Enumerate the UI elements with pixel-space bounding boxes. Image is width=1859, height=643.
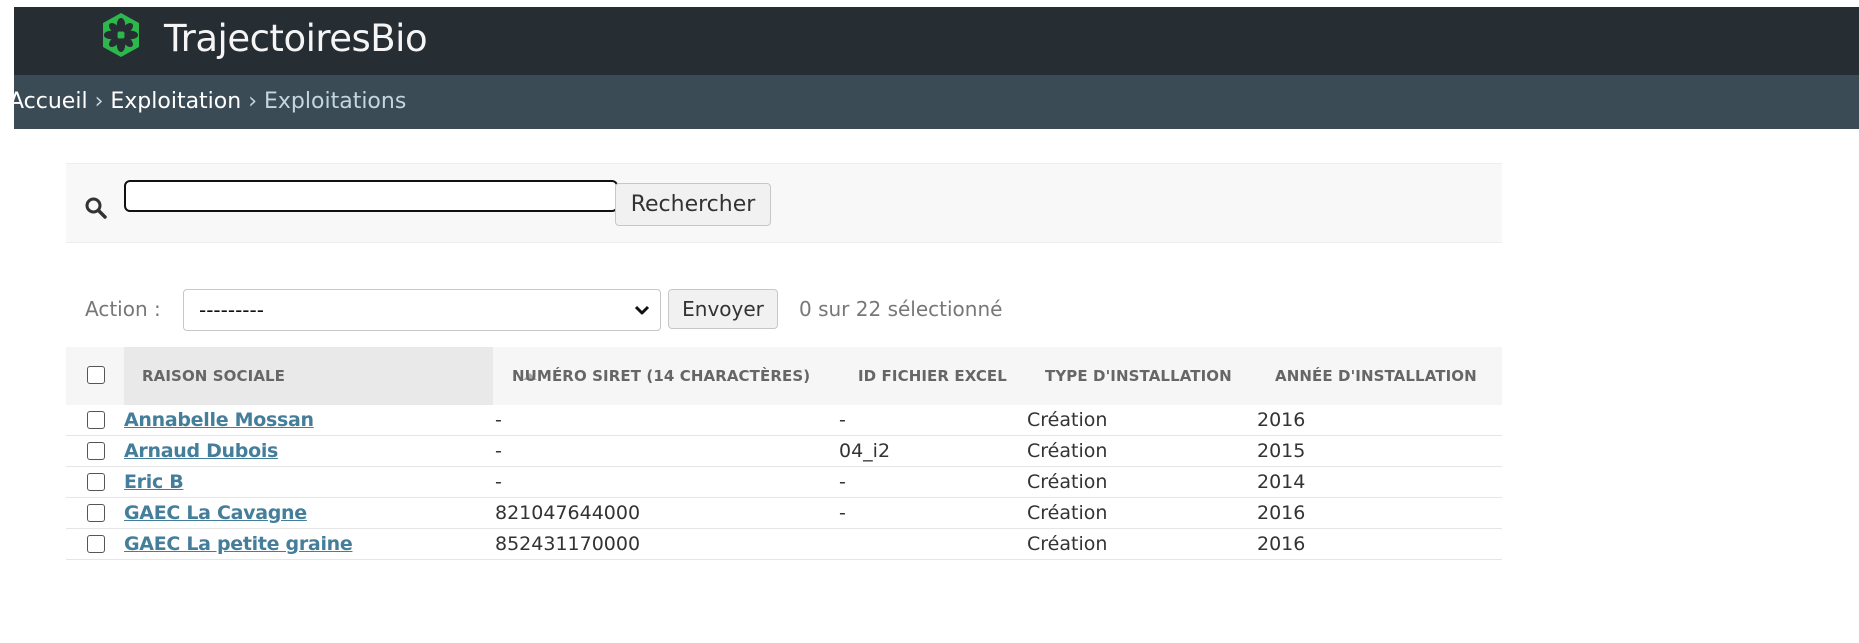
row-checkbox[interactable] — [87, 411, 105, 429]
search-icon — [85, 197, 107, 219]
row-raison-sociale-link[interactable]: Annabelle Mossan — [124, 405, 314, 435]
select-all-checkbox[interactable] — [87, 366, 105, 384]
row-raison-sociale-link[interactable]: GAEC La petite graine — [124, 529, 353, 559]
row-id-excel: - — [839, 502, 846, 524]
action-label: Action : — [85, 297, 161, 321]
breadcrumb-separator: › — [248, 89, 258, 114]
chevron-down-icon — [634, 305, 650, 315]
search-toolbar: Rechercher — [66, 163, 1502, 243]
row-raison-sociale-link[interactable]: GAEC La Cavagne — [124, 498, 307, 528]
search-input[interactable] — [124, 180, 618, 212]
site-header: TrajectoiresBio — [14, 7, 1859, 75]
column-header-id-excel[interactable]: ID FICHIER EXCEL — [858, 347, 1007, 405]
row-type-installation: Création — [1027, 471, 1108, 493]
row-siret: - — [495, 440, 502, 462]
row-checkbox[interactable] — [87, 535, 105, 553]
row-checkbox[interactable] — [87, 504, 105, 522]
breadcrumb: Accueil › Exploitation › Exploitations — [14, 75, 1859, 129]
row-id-excel: - — [839, 409, 846, 431]
row-annee-installation: 2014 — [1257, 471, 1306, 493]
row-siret: 852431170000 — [495, 533, 641, 555]
row-annee-installation: 2016 — [1257, 502, 1306, 524]
row-id-excel: - — [839, 471, 846, 493]
table-row: Eric B - - Création 2014 — [66, 467, 1502, 498]
column-header-type-installation[interactable]: TYPE D'INSTALLATION — [1045, 347, 1232, 405]
row-type-installation: Création — [1027, 409, 1108, 431]
breadcrumb-section-link[interactable]: Exploitation — [110, 89, 241, 114]
site-brand[interactable]: TrajectoiresBio — [164, 16, 428, 62]
row-id-excel: 04_i2 — [839, 440, 891, 462]
actions-bar: Action : --------- Envoyer 0 sur 22 séle… — [66, 285, 1502, 333]
row-type-installation: Création — [1027, 502, 1108, 524]
breadcrumb-current: Exploitations — [264, 89, 407, 114]
action-select[interactable]: --------- — [183, 289, 661, 331]
envoyer-button[interactable]: Envoyer — [668, 289, 778, 329]
breadcrumb-home-link[interactable]: Accueil — [14, 89, 88, 114]
row-annee-installation: 2015 — [1257, 440, 1306, 462]
column-header-siret[interactable]: NUMÉRO SIRET (14 CHARACTÈRES) — [512, 347, 810, 405]
row-siret: 821047644000 — [495, 502, 641, 524]
breadcrumb-separator: › — [94, 89, 104, 114]
action-select-value: --------- — [199, 298, 264, 322]
row-siret: - — [495, 409, 502, 431]
row-type-installation: Création — [1027, 440, 1108, 462]
column-header-annee-installation[interactable]: ANNÉE D'INSTALLATION — [1275, 347, 1477, 405]
results-table: RAISON SOCIALE NUMÉRO SIRET (14 CHARACTÈ… — [66, 347, 1502, 560]
table-header: RAISON SOCIALE NUMÉRO SIRET (14 CHARACTÈ… — [66, 347, 1502, 405]
row-checkbox[interactable] — [87, 473, 105, 491]
row-raison-sociale-link[interactable]: Arnaud Dubois — [124, 436, 278, 466]
table-row: GAEC La petite graine 852431170000 Créat… — [66, 529, 1502, 560]
row-raison-sociale-link[interactable]: Eric B — [124, 467, 184, 497]
row-type-installation: Création — [1027, 533, 1108, 555]
row-annee-installation: 2016 — [1257, 533, 1306, 555]
selection-counter: 0 sur 22 sélectionné — [799, 297, 1003, 321]
table-row: Annabelle Mossan - - Création 2016 — [66, 405, 1502, 436]
row-siret: - — [495, 471, 502, 493]
search-button[interactable]: Rechercher — [615, 183, 771, 226]
row-annee-installation: 2016 — [1257, 409, 1306, 431]
row-checkbox[interactable] — [87, 442, 105, 460]
table-row: Arnaud Dubois - 04_i2 Création 2015 — [66, 436, 1502, 467]
table-row: GAEC La Cavagne 821047644000 - Création … — [66, 498, 1502, 529]
column-header-raison-sociale[interactable]: RAISON SOCIALE — [124, 347, 537, 405]
leaf-logo-icon[interactable] — [98, 12, 144, 58]
